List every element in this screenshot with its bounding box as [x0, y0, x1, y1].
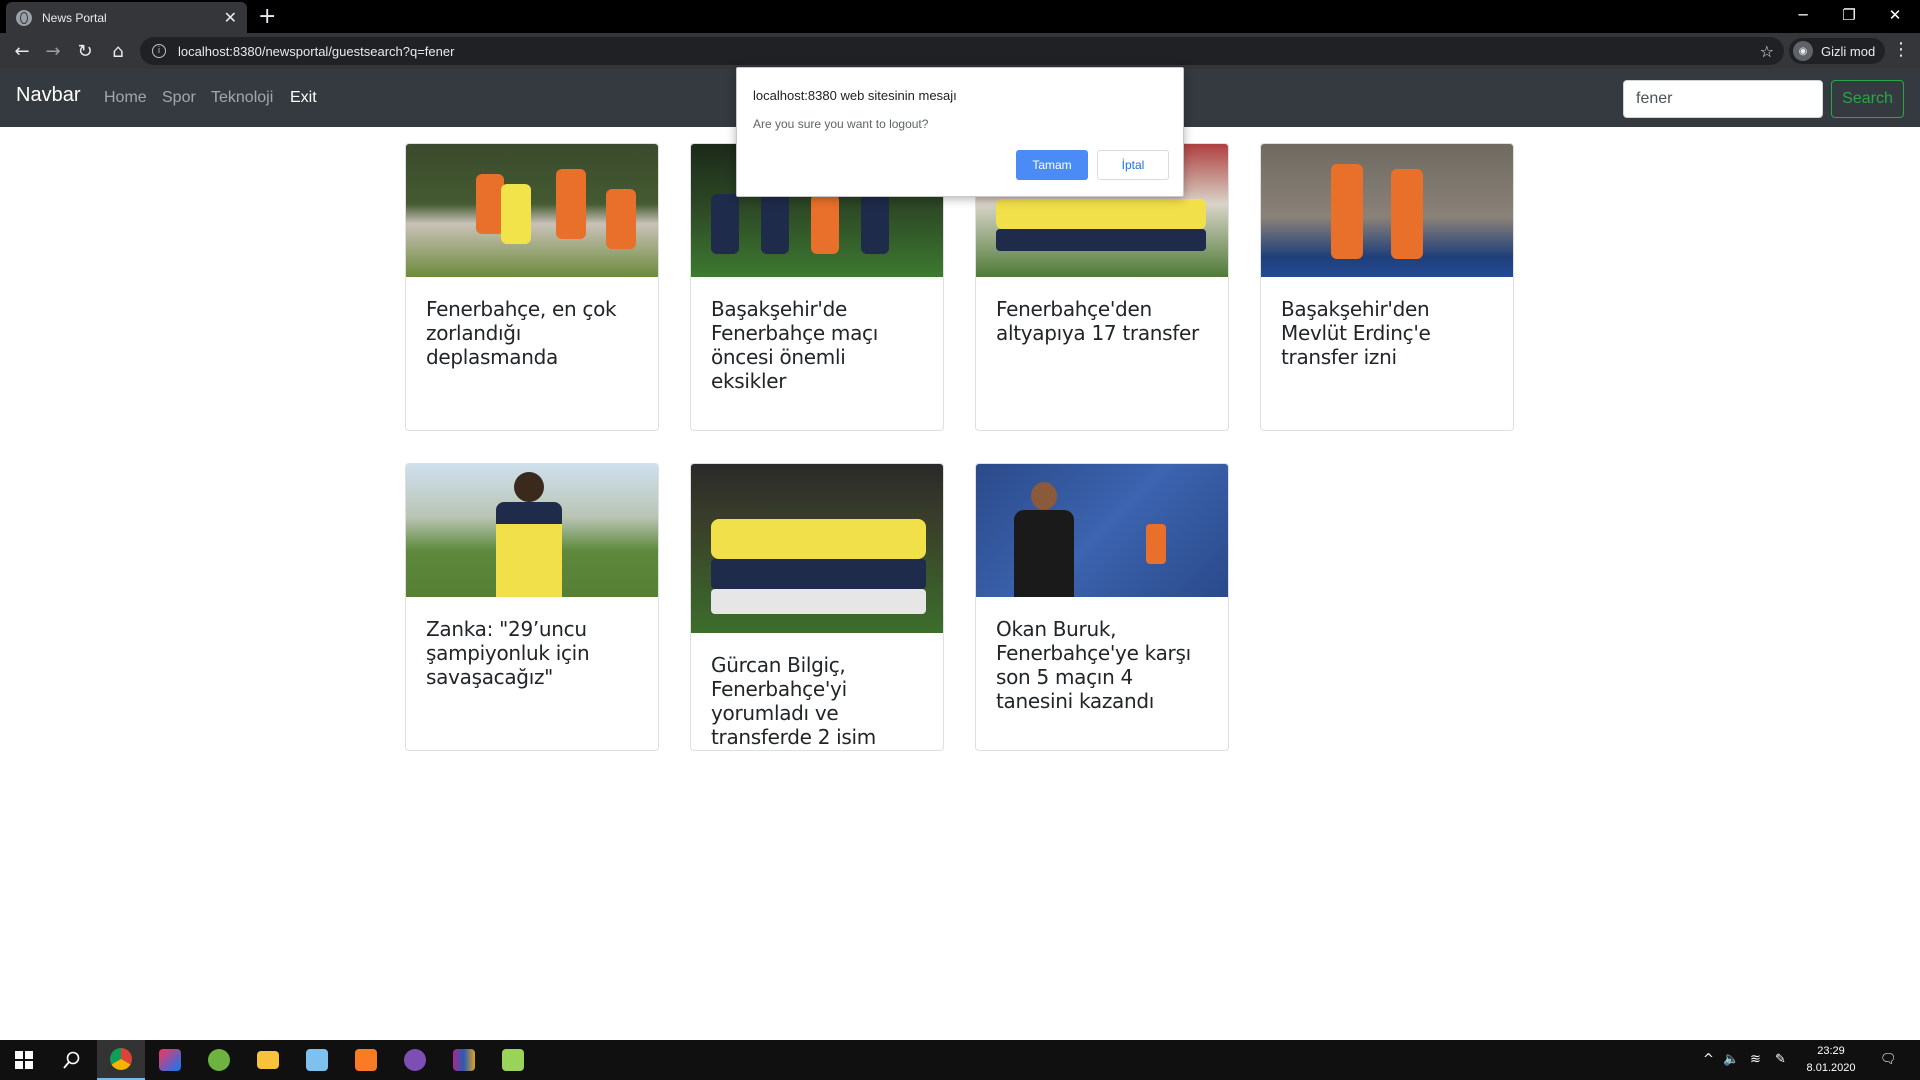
browser-titlebar: News Portal ✕ + ─ ❐ ✕: [0, 0, 1920, 33]
incognito-icon: ◉: [1793, 41, 1813, 61]
winrar-taskbar-icon[interactable]: [440, 1040, 488, 1080]
forward-icon[interactable]: →: [41, 39, 65, 63]
news-title[interactable]: Gürcan Bilgiç, Fenerbahçe'yi yorumladı v…: [711, 653, 923, 750]
news-image: [691, 464, 943, 633]
tray-chevron-icon[interactable]: ^: [1703, 1052, 1714, 1067]
menu-kebab-icon[interactable]: ⋮: [1892, 39, 1910, 60]
browser-tab[interactable]: News Portal ✕: [6, 2, 247, 33]
news-title[interactable]: Fenerbahçe'den altyapıya 17 transfer: [996, 297, 1208, 345]
notifications-icon[interactable]: 🗨: [1880, 1052, 1897, 1067]
news-image: [406, 144, 658, 277]
windows-start-icon[interactable]: [0, 1040, 48, 1080]
news-title[interactable]: Zanka: "29’uncu şampiyonluk için savaşac…: [426, 617, 638, 689]
clock-date: 8.01.2020: [1806, 1062, 1856, 1074]
news-image: [406, 464, 658, 597]
file-explorer-taskbar-icon[interactable]: [244, 1040, 292, 1080]
cancel-button[interactable]: İptal: [1097, 150, 1169, 180]
news-title[interactable]: Fenerbahçe, en çok zorlandığı deplasmand…: [426, 297, 638, 369]
nav-link-teknoloji[interactable]: Teknoloji: [211, 89, 273, 107]
news-card[interactable]: Okan Buruk, Fenerbahçe'ye karşı son 5 ma…: [975, 463, 1229, 751]
address-bar[interactable]: i localhost:8380/newsportal/guestsearch?…: [140, 37, 1784, 65]
home-icon[interactable]: ⌂: [106, 39, 130, 63]
logout-confirm-dialog: localhost:8380 web sitesinin mesajı Are …: [736, 67, 1184, 197]
nav-link-home[interactable]: Home: [104, 89, 147, 107]
bookmark-star-icon[interactable]: ☆: [1760, 42, 1774, 61]
app-taskbar-icon[interactable]: [391, 1040, 439, 1080]
news-title[interactable]: Başakşehir'den Mevlüt Erdinç'e transfer …: [1281, 297, 1493, 369]
notepad-taskbar-icon[interactable]: [293, 1040, 341, 1080]
close-window-icon[interactable]: ✕: [1872, 0, 1918, 30]
news-card[interactable]: Başakşehir'den Mevlüt Erdinç'e transfer …: [1260, 143, 1514, 431]
dialog-message: Are you sure you want to logout?: [753, 117, 929, 131]
xampp-taskbar-icon[interactable]: [342, 1040, 390, 1080]
browser-toolbar: ← → ↻ ⌂ i localhost:8380/newsportal/gues…: [0, 33, 1920, 69]
chrome-taskbar-icon[interactable]: [97, 1040, 145, 1080]
news-title[interactable]: Okan Buruk, Fenerbahçe'ye karşı son 5 ma…: [996, 617, 1208, 713]
new-tab-button[interactable]: +: [258, 4, 276, 29]
globe-icon: [16, 9, 32, 26]
nav-link-spor[interactable]: Spor: [162, 89, 196, 107]
news-image: [1261, 144, 1513, 277]
reload-icon[interactable]: ↻: [73, 39, 97, 63]
search-icon[interactable]: [48, 1040, 96, 1080]
info-icon[interactable]: i: [152, 44, 166, 58]
intellij-taskbar-icon[interactable]: [146, 1040, 194, 1080]
network-icon[interactable]: ≋: [1750, 1052, 1761, 1067]
pen-icon[interactable]: ✎: [1775, 1052, 1786, 1067]
nav-link-exit[interactable]: Exit: [290, 89, 317, 107]
dialog-title: localhost:8380 web sitesinin mesajı: [753, 88, 957, 103]
url-text: localhost:8380/newsportal/guestsearch?q=…: [178, 43, 455, 59]
spring-taskbar-icon[interactable]: [195, 1040, 243, 1080]
minimize-icon[interactable]: ─: [1780, 0, 1826, 30]
news-image: [976, 464, 1228, 597]
news-card[interactable]: Gürcan Bilgiç, Fenerbahçe'yi yorumladı v…: [690, 463, 944, 751]
clock-time: 23:29: [1817, 1045, 1845, 1057]
incognito-badge[interactable]: ◉ Gizli mod: [1789, 38, 1886, 64]
back-icon[interactable]: ←: [10, 39, 34, 63]
restore-icon[interactable]: ❐: [1826, 0, 1872, 30]
navbar-brand[interactable]: Navbar: [16, 84, 80, 107]
notepadpp-taskbar-icon[interactable]: [489, 1040, 537, 1080]
taskbar-clock[interactable]: 23:29 8.01.2020: [1796, 1043, 1866, 1077]
incognito-label: Gizli mod: [1821, 43, 1876, 59]
search-button[interactable]: Search: [1831, 80, 1904, 118]
news-card[interactable]: Fenerbahçe, en çok zorlandığı deplasmand…: [405, 143, 659, 431]
tab-title: News Portal: [42, 10, 107, 25]
windows-taskbar: ^ 🔈 ≋ ✎ 23:29 8.01.2020 🗨: [0, 1040, 1920, 1080]
news-card[interactable]: Zanka: "29’uncu şampiyonluk için savaşac…: [405, 463, 659, 751]
ok-button[interactable]: Tamam: [1016, 150, 1088, 180]
search-input[interactable]: [1623, 80, 1823, 118]
volume-icon[interactable]: 🔈: [1723, 1052, 1739, 1067]
tab-close-icon[interactable]: ✕: [224, 8, 237, 28]
news-title[interactable]: Başakşehir'de Fenerbahçe maçı öncesi öne…: [711, 297, 923, 393]
